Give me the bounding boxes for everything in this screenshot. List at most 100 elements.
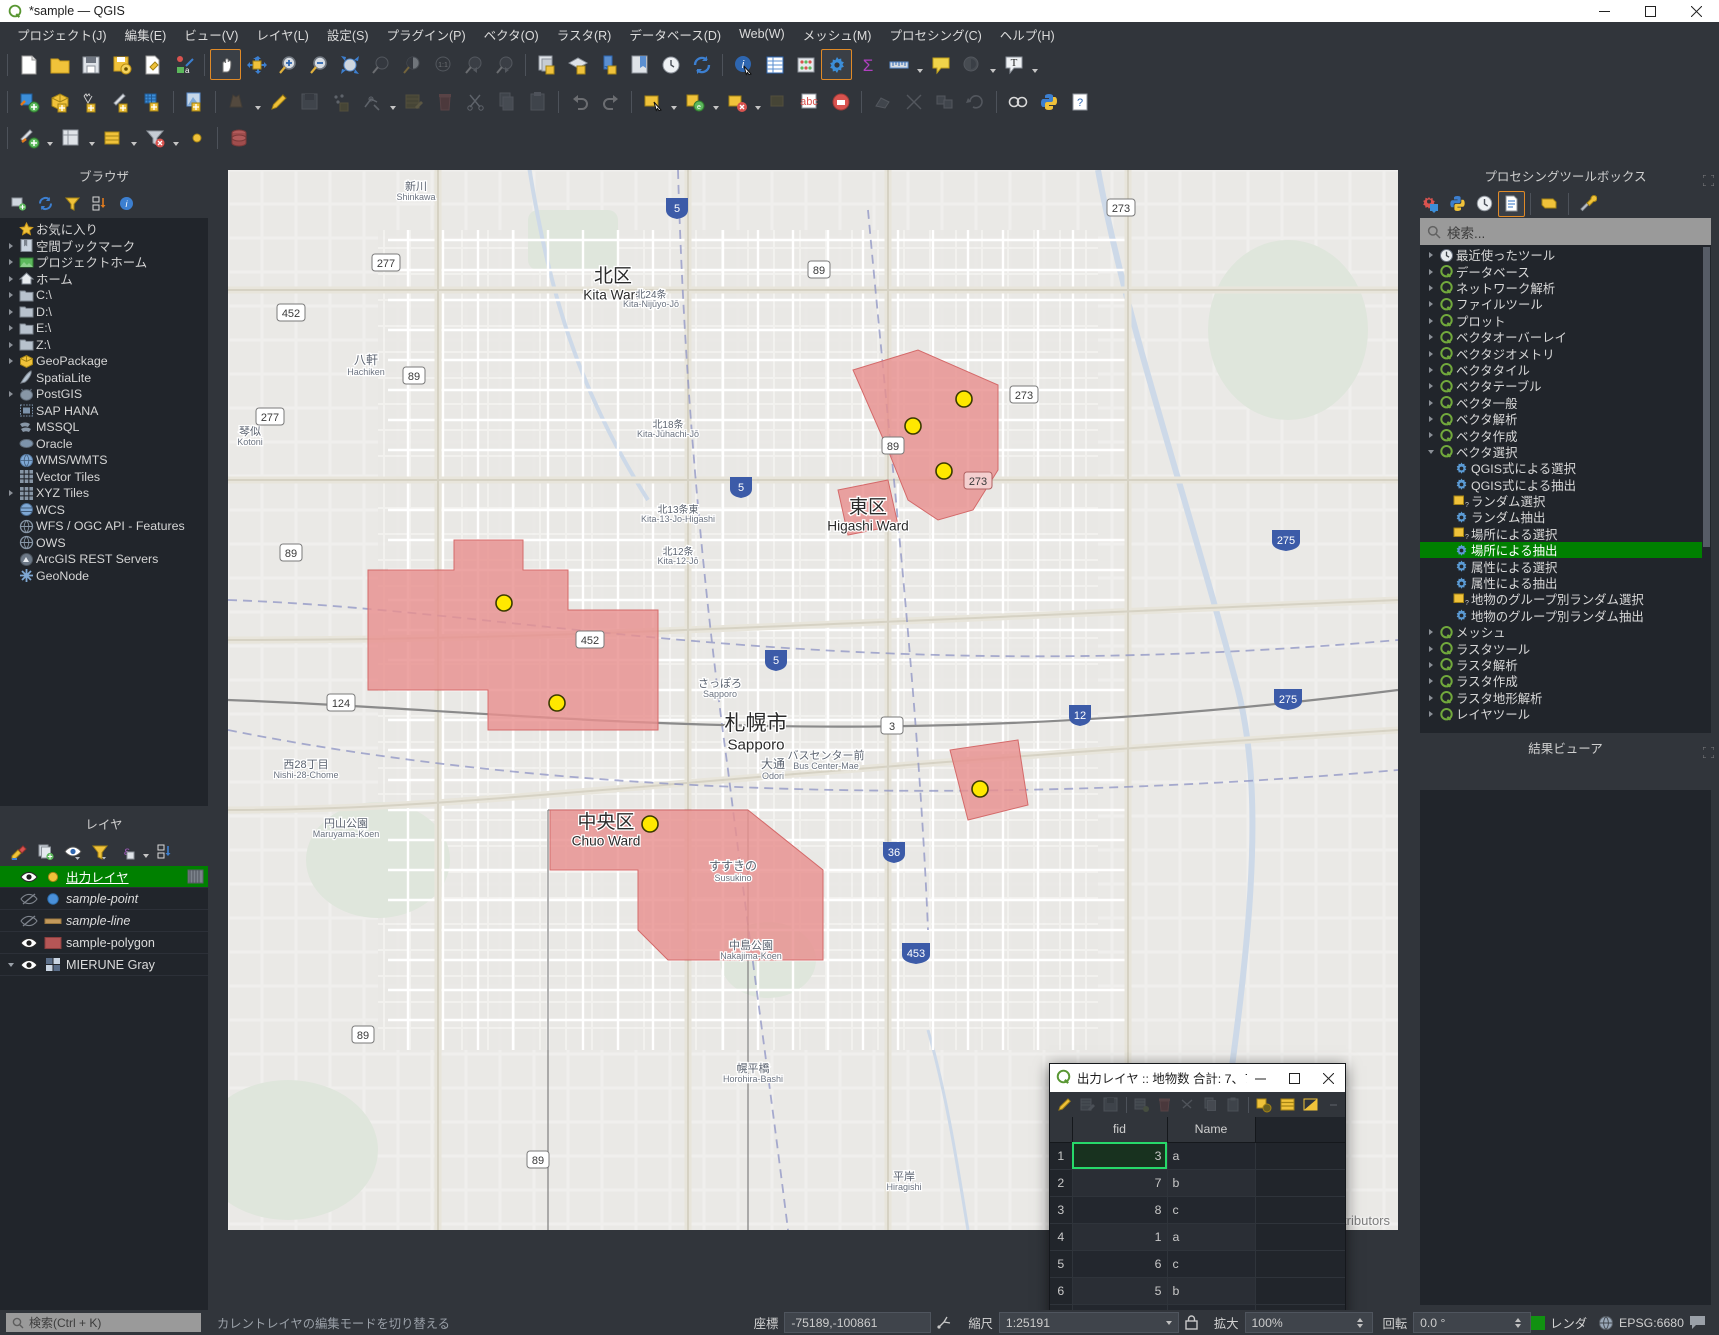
menu-database[interactable]: データベース(D) [620,22,730,47]
scale-combobox[interactable]: 1:25191 [998,1312,1179,1333]
locator-search-input[interactable]: 検索(Ctrl + K) [6,1313,201,1332]
browser-item[interactable]: C:\ [0,287,208,304]
undo-button[interactable] [564,86,595,117]
magnifier-spinbox[interactable]: 100% [1244,1312,1373,1333]
expand-arrow-icon[interactable] [4,309,17,315]
annotation-dropdown-caret[interactable] [1029,49,1040,80]
new-text-annotation-button[interactable]: T [998,49,1029,80]
map-tips-button[interactable] [925,49,956,80]
log-icon[interactable] [1498,190,1525,217]
more-tools-icon[interactable] [1322,1094,1345,1116]
layer-item[interactable]: sample-line [0,910,208,932]
crs-label[interactable]: EPSG:6680 [1619,1316,1684,1330]
invert-selection-icon[interactable] [1299,1094,1322,1116]
vertex-tool-button[interactable] [356,86,387,117]
processing-algorithm-item[interactable]: ベクタオーバーレイ [1420,329,1711,345]
browser-item[interactable]: Vector Tiles [0,469,208,486]
redo-button[interactable] [595,86,626,117]
options-icon[interactable] [1574,191,1601,217]
processing-toolbox-button[interactable] [821,49,852,80]
processing-algorithm-item[interactable]: 属性による選択 [1420,558,1711,575]
expand-arrow-icon[interactable] [4,259,17,265]
properties-info-icon[interactable]: i [113,191,140,217]
add-layer-caret[interactable] [44,122,55,153]
maximize-button[interactable] [1627,0,1673,22]
vertex-tool-caret[interactable] [387,86,398,117]
new-print-layout-button[interactable] [593,49,624,80]
browser-item[interactable]: SpatiaLite [0,370,208,387]
processing-algorithm-item[interactable]: ベクタテーブル [1420,378,1711,394]
processing-algorithm-item[interactable]: ベクタジオメトリ [1420,345,1711,362]
processing-scrollbar[interactable] [1702,245,1711,733]
show-bookmarks-button[interactable] [956,49,987,80]
zoom-native-button[interactable]: 1:1 [427,49,458,80]
menu-edit[interactable]: 編集(E) [116,22,176,47]
processing-algorithm-item[interactable]: ? 場所による選択 [1420,526,1711,542]
styling-caret[interactable] [128,122,139,153]
bookmarks-dropdown-caret[interactable] [987,49,998,80]
menu-vector[interactable]: ベクタ(O) [475,22,548,47]
select-features-button[interactable] [637,86,668,117]
crs-globe-icon[interactable] [1598,1315,1614,1331]
new-virtual-layer-button[interactable] [179,86,210,117]
save-layer-edits-button[interactable] [294,86,325,117]
filter-expression-caret[interactable] [140,839,151,865]
expand-arrow-icon[interactable] [1424,318,1437,324]
processing-algorithm-item[interactable]: ? ランダム選択 [1420,493,1711,509]
column-header-fid[interactable]: fid [1072,1117,1168,1143]
select-all-button[interactable] [763,86,794,117]
visibility-checkbox-on[interactable] [18,936,40,950]
menu-project[interactable]: プロジェクト(J) [8,22,116,47]
measure-line-button[interactable] [883,49,914,80]
layer-item[interactable]: MIERUNE Gray [0,954,208,976]
toggle-editing-button[interactable] [263,86,294,117]
menu-web[interactable]: Web(W) [730,24,794,44]
plugin-manager-button[interactable] [1002,86,1033,117]
browser-item[interactable]: Oracle [0,436,208,453]
python-console-button[interactable] [1033,86,1064,117]
row-number[interactable]: 4 [1050,1223,1073,1251]
expand-arrow-icon[interactable] [4,358,17,364]
expand-arrow-icon[interactable] [1424,285,1437,291]
project-properties-button[interactable] [137,49,168,80]
row-number[interactable]: 5 [1050,1250,1073,1278]
expand-arrow-icon[interactable] [1424,711,1437,717]
browser-item[interactable]: Z:\ [0,337,208,354]
expand-all-icon[interactable] [151,839,178,865]
expand-arrow-icon[interactable] [4,276,17,282]
processing-algorithm-item[interactable]: ラスタツール [1420,640,1711,657]
float-panel-icon[interactable] [1702,171,1715,194]
expand-arrow-icon[interactable] [1424,351,1437,357]
browser-item[interactable]: PostGIS [0,386,208,403]
refresh-icon[interactable] [32,191,59,217]
expand-arrow-icon[interactable] [1424,334,1437,340]
zoom-out-button[interactable] [303,49,334,80]
browser-item[interactable]: 空間ブックマーク [0,238,208,255]
browser-item[interactable]: OWS [0,535,208,552]
data-source-manager-button[interactable] [55,122,86,153]
filter-legend-icon[interactable] [86,839,113,865]
visibility-checkbox-off[interactable] [18,892,40,906]
python-script-icon[interactable] [1444,191,1471,217]
attribute-table-dialog[interactable]: 出力レイヤ :: 地物数 合計: 7、フィル... [1049,1063,1346,1335]
deselect-features-button[interactable] [721,86,752,117]
processing-algorithm-item[interactable]: ベクタ選択 [1420,444,1711,460]
browser-item[interactable]: プロジェクトホーム [0,254,208,271]
deselect-caret[interactable] [752,86,763,117]
zoom-full-button[interactable] [334,49,365,80]
add-group-icon[interactable] [32,839,59,865]
modify-attributes-button[interactable] [398,86,429,117]
expand-arrow-icon[interactable] [1424,400,1437,406]
rotation-spinbox[interactable]: 0.0 ° [1413,1312,1532,1333]
expand-arrow-icon[interactable] [1424,662,1437,668]
menu-layer[interactable]: レイヤ(L) [247,22,317,47]
processing-algorithm-item[interactable]: QGIS式による選択 [1420,460,1711,476]
current-edits-caret[interactable] [252,86,263,117]
show-statistics-button[interactable] [825,86,856,117]
save-project-as-button[interactable] [106,49,137,80]
history-icon[interactable] [1471,191,1498,217]
menu-raster[interactable]: ラスタ(R) [548,22,621,47]
paste-features-icon[interactable] [1222,1094,1245,1116]
menu-mesh[interactable]: メッシュ(M) [794,22,881,47]
browser-item[interactable]: ホーム [0,271,208,288]
